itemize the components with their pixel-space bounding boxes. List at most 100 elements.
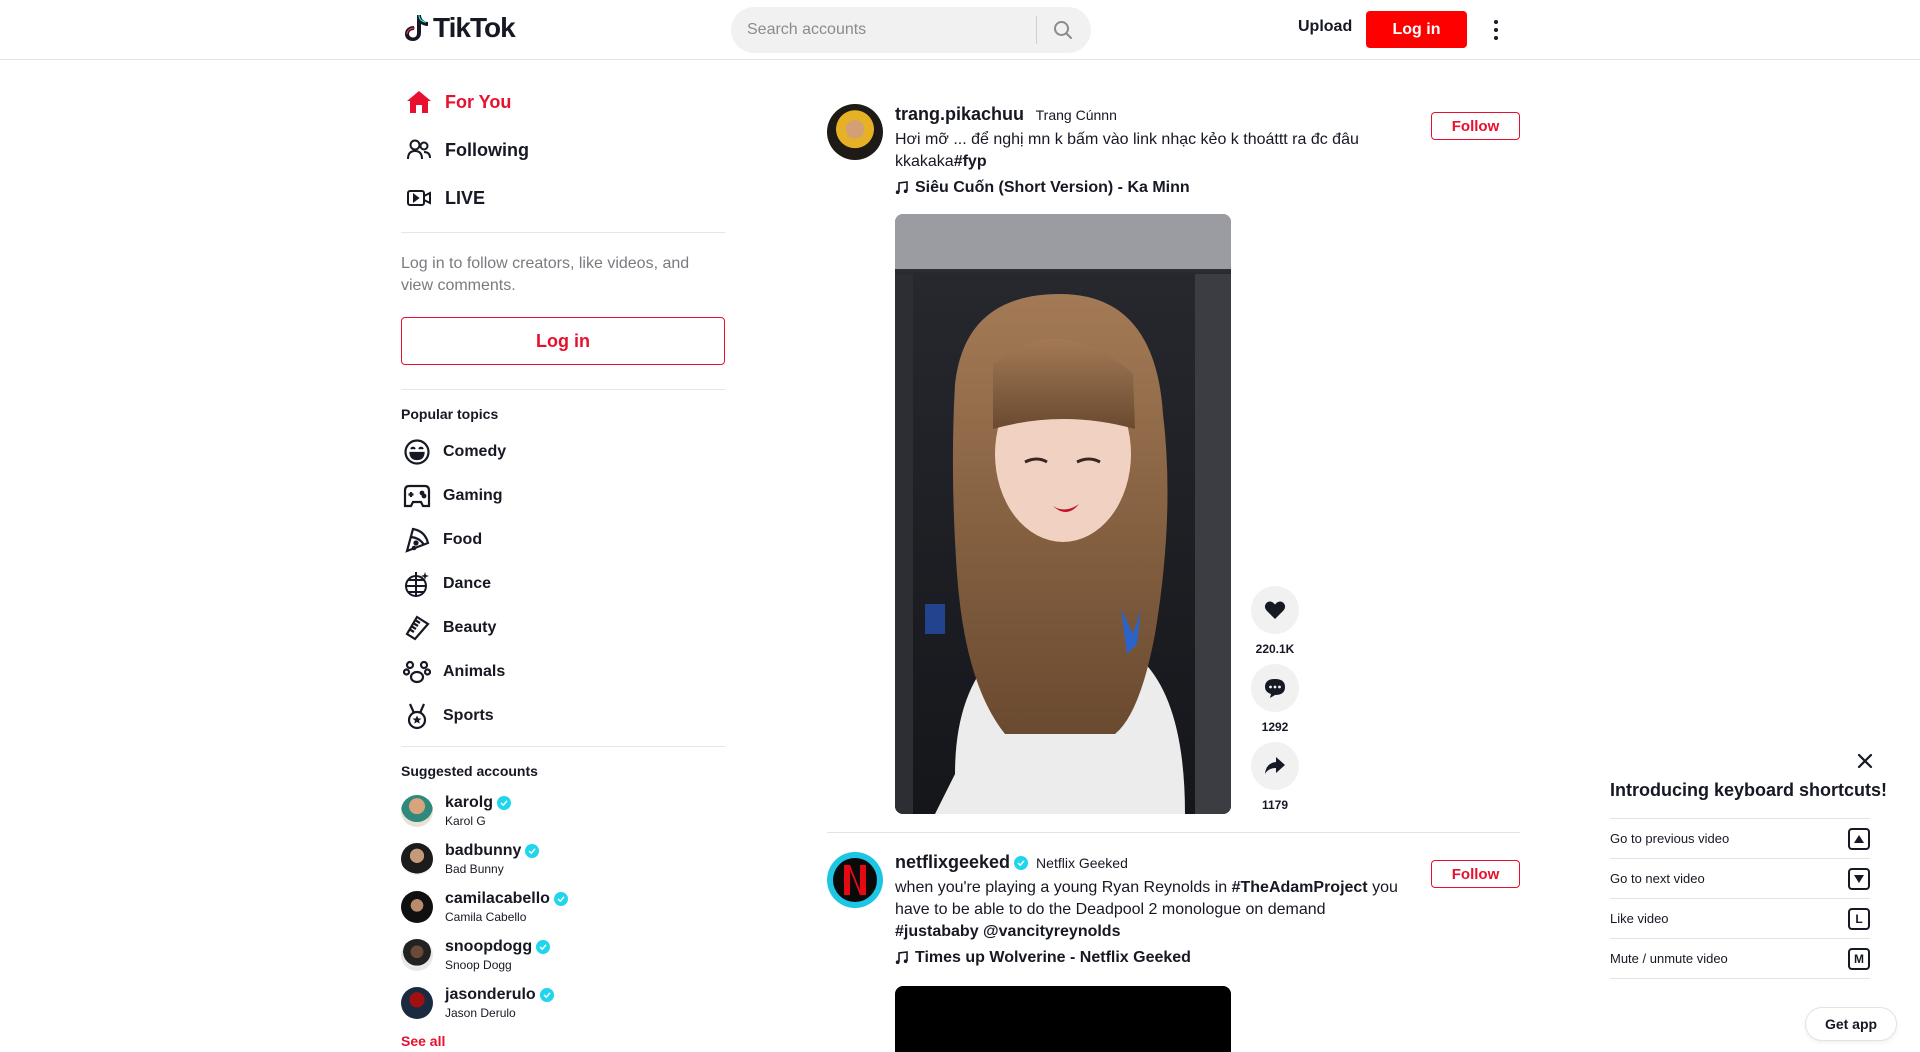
comment-icon	[1265, 679, 1285, 698]
close-icon[interactable]	[1856, 752, 1874, 770]
arrow-up-key-icon	[1848, 827, 1870, 850]
topic-gaming[interactable]: Gaming	[401, 474, 725, 518]
account-display-name: Snoop Dogg	[445, 958, 512, 972]
more-dot	[1494, 20, 1498, 24]
search-bar	[731, 7, 1091, 53]
topic-label: Sports	[443, 707, 494, 724]
avatar[interactable]	[827, 104, 883, 160]
hashtag-link[interactable]: #justababy	[895, 923, 979, 940]
sidebar-item-live[interactable]: LIVE	[401, 174, 725, 222]
shortcut-row: Mute / unmute video M	[1610, 939, 1870, 979]
topic-label: Beauty	[443, 619, 497, 636]
sidebar-item-for-you[interactable]: For You	[401, 78, 725, 126]
verified-icon	[525, 844, 540, 858]
topic-label: Gaming	[443, 487, 503, 504]
login-prompt-text: Log in to follow creators, like videos, …	[401, 255, 690, 294]
account-username: camilacabello	[445, 890, 550, 907]
comment-count: 1292	[1261, 720, 1289, 734]
l-key: L	[1848, 907, 1870, 930]
popular-topics: Popular topics Comedy Gaming Food Dance	[401, 390, 725, 747]
share-button[interactable]	[1251, 742, 1299, 790]
shortcut-label: Mute / unmute video	[1610, 951, 1728, 966]
more-dot	[1494, 36, 1498, 40]
topic-label: Dance	[443, 575, 492, 592]
heart-icon	[1264, 601, 1286, 619]
gamepad-icon	[401, 480, 433, 512]
share-icon	[1265, 757, 1285, 774]
post-display-name: 󠁧󠁢󠁳󠁣󠁴 Trang Cúnnn 󠁧	[1032, 106, 1121, 123]
suggested-account[interactable]: snoopdogg Snoop Dogg	[401, 931, 725, 979]
suggested-accounts-title: Suggested accounts	[401, 763, 538, 779]
hashtag-link[interactable]: #fyp	[954, 153, 987, 170]
suggested-account[interactable]: karolg Karol G	[401, 787, 725, 835]
share-count: 1179	[1261, 798, 1289, 812]
search-input[interactable]	[731, 7, 1036, 53]
top-header: TikTok Upload Log in	[0, 0, 1920, 60]
avatar	[401, 843, 433, 875]
post-header: trang.pikachuu 󠁧󠁢󠁳󠁣󠁴 Trang Cúnnn 󠁧 Hơi m…	[895, 104, 1415, 197]
follow-button[interactable]: Follow	[1431, 860, 1520, 888]
tiktok-logo[interactable]: TikTok	[403, 12, 516, 44]
music-link[interactable]: Times up Wolverine - Netflix Geeked	[895, 949, 1415, 967]
like-button[interactable]	[1251, 586, 1299, 634]
share-action: 1179	[1250, 742, 1300, 812]
users-icon	[403, 134, 435, 166]
like-count: 220.1K	[1255, 642, 1295, 656]
topic-food[interactable]: Food	[401, 518, 725, 562]
post-username: netflixgeeked	[895, 852, 1011, 872]
follow-button[interactable]: Follow	[1431, 112, 1520, 140]
post-display-name: Netflix Geeked	[1036, 854, 1128, 871]
see-all-link[interactable]: See all	[401, 1033, 725, 1049]
account-display-name: Camila Cabello	[445, 910, 527, 924]
post-header: netflixgeeked Netflix Geeked when you're…	[895, 852, 1415, 967]
more-dot	[1494, 28, 1498, 32]
paw-icon	[401, 656, 433, 688]
sidebar: For You Following LIVE Log in to follow …	[401, 60, 725, 1049]
topic-label: Comedy	[443, 443, 507, 460]
topic-label: Food	[443, 531, 483, 548]
account-username: snoopdogg	[445, 938, 533, 955]
post-caption: Hơi mỡ 󠁧󠁢󠁳... để nghị mn k bấm vào link …	[895, 129, 1405, 173]
more-menu-button[interactable]	[1486, 16, 1506, 44]
avatar[interactable]	[827, 852, 883, 908]
login-button[interactable]: Log in	[1366, 11, 1467, 48]
video-player[interactable]	[895, 986, 1231, 1052]
suggested-account[interactable]: badbunny Bad Bunny	[401, 835, 725, 883]
account-display-name: Karol G	[445, 814, 486, 828]
post-author[interactable]: netflixgeeked Netflix Geeked	[895, 852, 1415, 873]
smile-icon	[401, 436, 433, 468]
post-author[interactable]: trang.pikachuu 󠁧󠁢󠁳󠁣󠁴 Trang Cúnnn 󠁧	[895, 104, 1415, 125]
shortcut-label: Go to previous video	[1610, 831, 1730, 846]
hashtag-link[interactable]: #TheAdamProject	[1232, 879, 1368, 896]
music-link[interactable]: Siêu Cuốn (Short Version) - Ka Minn	[895, 179, 1415, 197]
upload-link[interactable]: Upload	[1298, 18, 1352, 36]
mention-link[interactable]: @vancityreynolds	[983, 923, 1120, 940]
comment-button[interactable]	[1251, 664, 1299, 712]
topic-animals[interactable]: Animals	[401, 650, 725, 694]
pizza-icon	[401, 524, 433, 556]
account-display-name: Bad Bunny	[445, 862, 504, 876]
keyboard-shortcuts-panel: Introducing keyboard shortcuts! Go to pr…	[1596, 742, 1896, 1004]
sidebar-login-button[interactable]: Log in	[401, 317, 725, 365]
m-key: M	[1848, 947, 1870, 970]
topic-comedy[interactable]: Comedy	[401, 430, 725, 474]
avatar	[401, 795, 433, 827]
post-username: trang.pikachuu	[895, 104, 1025, 124]
logo-text: TikTok	[433, 12, 516, 43]
topic-beauty[interactable]: Beauty	[401, 606, 725, 650]
avatar	[401, 939, 433, 971]
account-username: badbunny	[445, 842, 522, 859]
verified-icon	[497, 796, 512, 810]
post-actions: 220.1K 1292 1179	[1250, 586, 1300, 820]
topic-sports[interactable]: Sports	[401, 694, 725, 738]
disco-ball-icon	[401, 568, 433, 600]
sidebar-item-label: Following	[445, 139, 529, 160]
video-player[interactable]	[895, 214, 1231, 814]
popular-topics-title: Popular topics	[401, 406, 499, 422]
suggested-account[interactable]: jasonderulo Jason Derulo	[401, 979, 725, 1027]
suggested-account[interactable]: camilacabello Camila Cabello	[401, 883, 725, 931]
sidebar-item-following[interactable]: Following	[401, 126, 725, 174]
get-app-button[interactable]: Get app	[1806, 1008, 1896, 1040]
search-button[interactable]	[1037, 7, 1089, 53]
topic-dance[interactable]: Dance	[401, 562, 725, 606]
